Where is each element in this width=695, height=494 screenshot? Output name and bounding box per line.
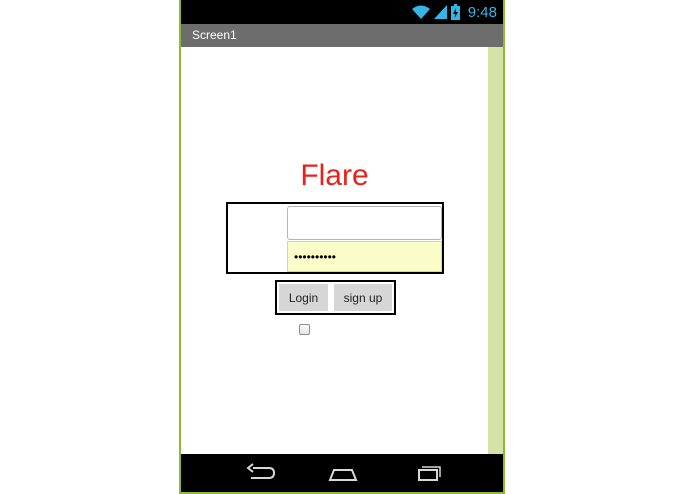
password-input[interactable] xyxy=(287,241,442,272)
screen-content: Flare Login sign up xyxy=(181,47,488,454)
home-icon[interactable] xyxy=(326,460,360,486)
sign-up-button[interactable]: sign up xyxy=(334,284,392,311)
username-input[interactable] xyxy=(287,206,442,240)
credentials-box xyxy=(226,202,444,274)
cellular-signal-icon xyxy=(433,5,447,19)
button-row: Login sign up xyxy=(275,280,396,315)
status-icons: 9:48 xyxy=(411,2,497,22)
status-bar: 9:48 xyxy=(181,0,503,24)
back-icon[interactable] xyxy=(243,460,277,486)
battery-icon xyxy=(450,4,460,20)
recent-apps-icon[interactable] xyxy=(411,460,445,486)
wifi-icon xyxy=(411,5,430,19)
phone-frame: 9:48 Screen1 Flare Login sign up xyxy=(179,0,505,494)
scrollbar-strip xyxy=(488,47,503,454)
status-time: 9:48 xyxy=(467,3,497,21)
navigation-bar xyxy=(181,454,503,492)
app-title: Flare xyxy=(300,159,369,192)
title-bar: Screen1 xyxy=(181,24,503,47)
login-button[interactable]: Login xyxy=(279,284,328,311)
screen-title: Screen1 xyxy=(192,28,237,42)
remember-checkbox[interactable] xyxy=(299,324,310,335)
